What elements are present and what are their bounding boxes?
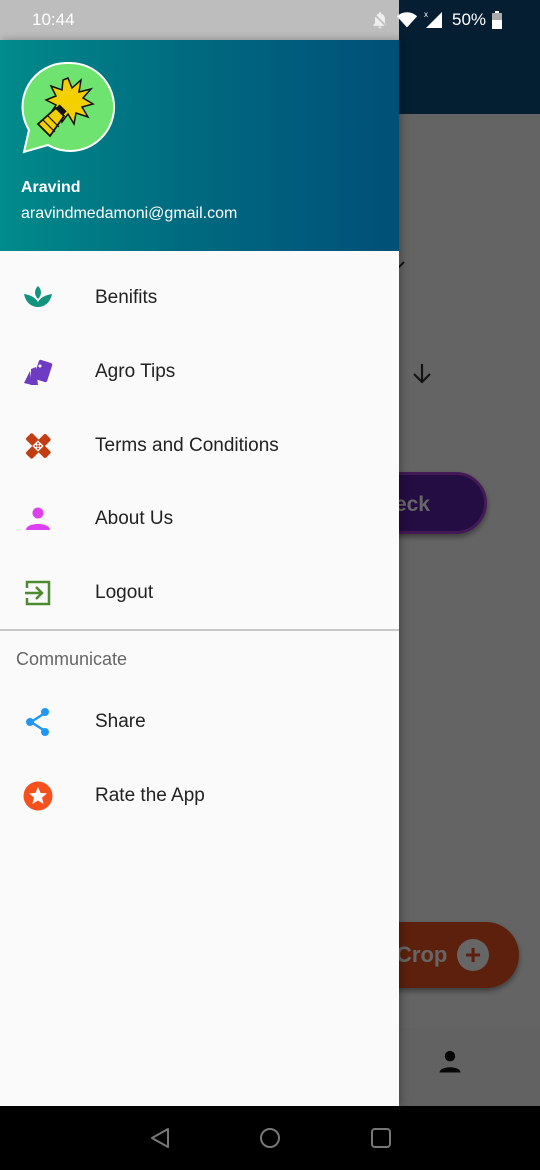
svg-text:x: x (424, 10, 428, 19)
share-icon (22, 706, 54, 738)
drawer-item-label: Share (95, 711, 146, 732)
drawer-item-share[interactable]: Share (0, 686, 399, 758)
person-icon (22, 503, 54, 535)
drawer-item-logout[interactable]: Logout (0, 557, 399, 629)
home-icon[interactable] (258, 1126, 282, 1150)
status-bar: 10:44 x 50% (0, 0, 540, 40)
drawer-item-about-us[interactable]: About Us (0, 483, 399, 555)
section-label-communicate: Communicate (16, 649, 128, 669)
navigation-drawer: Aravind aravindmedamoni@gmail.com Benifi… (0, 40, 399, 1106)
sprout-icon (22, 282, 54, 314)
logout-icon (22, 577, 54, 609)
system-nav-bar (0, 1106, 540, 1170)
drawer-item-label: Rate the App (95, 785, 205, 806)
drawer-item-label: Agro Tips (95, 361, 176, 382)
back-icon[interactable] (148, 1126, 172, 1150)
bell-off-icon (371, 11, 389, 29)
drawer-item-label: Benifits (95, 287, 158, 308)
drawer-item-terms[interactable]: Terms and Conditions (0, 410, 399, 482)
drawer-header: Aravind aravindmedamoni@gmail.com (0, 40, 399, 251)
wifi-icon (396, 12, 418, 28)
drawer-item-label: About Us (95, 508, 174, 529)
status-time: 10:44 (32, 10, 75, 29)
drawer-item-benefits[interactable]: Benifits (0, 262, 399, 334)
recents-icon[interactable] (369, 1126, 393, 1150)
signal-icon: x (424, 10, 442, 28)
user-name: Aravind (21, 179, 81, 196)
battery-percent: 50% (452, 10, 487, 29)
drawer-item-rate-app[interactable]: Rate the App (0, 760, 399, 832)
star-circle-icon (22, 780, 54, 812)
battery-icon (492, 11, 503, 29)
app-logo-avatar (21, 61, 116, 154)
cards-icon (22, 356, 54, 388)
drawer-item-label: Terms and Conditions (95, 435, 279, 456)
bandage-icon (22, 430, 54, 462)
drawer-item-label: Logout (95, 582, 154, 603)
drawer-divider (0, 629, 399, 631)
drawer-item-agro-tips[interactable]: Agro Tips (0, 336, 399, 408)
user-email: aravindmedamoni@gmail.com (21, 205, 238, 222)
